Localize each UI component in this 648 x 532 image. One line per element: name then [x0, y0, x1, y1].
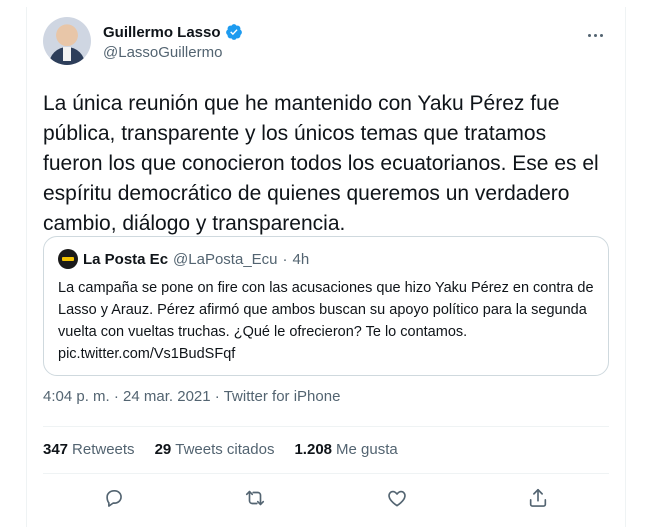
share-icon — [527, 487, 549, 514]
quoted-tweet[interactable]: La Posta Ec @LaPosta_Ecu · 4h La campaña… — [43, 236, 609, 376]
retweet-button[interactable] — [240, 485, 270, 515]
author-avatar[interactable] — [43, 17, 91, 65]
quoted-tweet-header: La Posta Ec @LaPosta_Ecu · 4h — [58, 249, 594, 269]
likes-label: Me gusta — [336, 441, 398, 458]
verified-badge-icon — [225, 23, 243, 41]
tweet-date[interactable]: 24 mar. 2021 — [123, 388, 211, 405]
timestamp-separator: · — [113, 388, 119, 405]
quoted-separator: · — [282, 250, 288, 268]
quoted-tweet-text: La campaña se pone on fire con las acusa… — [58, 277, 598, 365]
tweet-stats: 347 Retweets 29 Tweets citados 1.208 Me gus… — [43, 441, 398, 458]
tweet-header: Guillermo Lasso @LassoGuillermo — [43, 17, 609, 69]
retweet-icon — [244, 487, 266, 514]
quoted-tweet-body: La campaña se pone on fire con las acusa… — [58, 280, 594, 340]
divider-bottom — [43, 473, 609, 474]
retweets-label: Retweets — [72, 441, 135, 458]
quoted-age: 4h — [292, 250, 310, 268]
author-handle[interactable]: @LassoGuillermo — [103, 44, 243, 61]
timestamp-separator-2: · — [214, 388, 220, 405]
retweets-stat[interactable]: 347 Retweets — [43, 441, 135, 458]
author-name-row: Guillermo Lasso — [103, 23, 243, 41]
tweet-source[interactable]: Twitter for iPhone — [224, 388, 341, 405]
quoted-author-avatar — [58, 249, 78, 269]
tweet-actions — [43, 485, 609, 515]
heart-icon — [386, 487, 408, 514]
tweet-text: La única reunión que he mantenido con Ya… — [43, 92, 599, 235]
author-name-block: Guillermo Lasso @LassoGuillermo — [103, 23, 243, 61]
quoted-tweet-link[interactable]: pic.twitter.com/Vs1BudSFqf — [58, 343, 598, 365]
tweet-timestamp: 4:04 p. m. · 24 mar. 2021 · Twitter for … — [43, 388, 340, 405]
divider-top — [43, 426, 609, 427]
reply-button[interactable] — [99, 485, 129, 515]
likes-stat[interactable]: 1.208 Me gusta — [294, 441, 397, 458]
quotes-stat[interactable]: 29 Tweets citados — [155, 441, 275, 458]
more-horizontal-icon[interactable] — [581, 25, 609, 45]
tweet-card: Guillermo Lasso @LassoGuillermo La única… — [26, 7, 626, 527]
like-button[interactable] — [382, 485, 412, 515]
quoted-author-name: La Posta Ec — [83, 250, 169, 268]
author-display-name[interactable]: Guillermo Lasso — [103, 24, 221, 41]
tweet-time[interactable]: 4:04 p. m. — [43, 388, 110, 405]
retweets-count: 347 — [43, 441, 69, 458]
quotes-label: Tweets citados — [175, 441, 275, 458]
share-button[interactable] — [523, 485, 553, 515]
avatar-collar — [63, 47, 71, 61]
quoted-author-handle: @LaPosta_Ecu — [173, 250, 278, 268]
quotes-count: 29 — [154, 441, 172, 458]
reply-icon — [103, 487, 125, 514]
likes-count: 1.208 — [294, 441, 333, 458]
